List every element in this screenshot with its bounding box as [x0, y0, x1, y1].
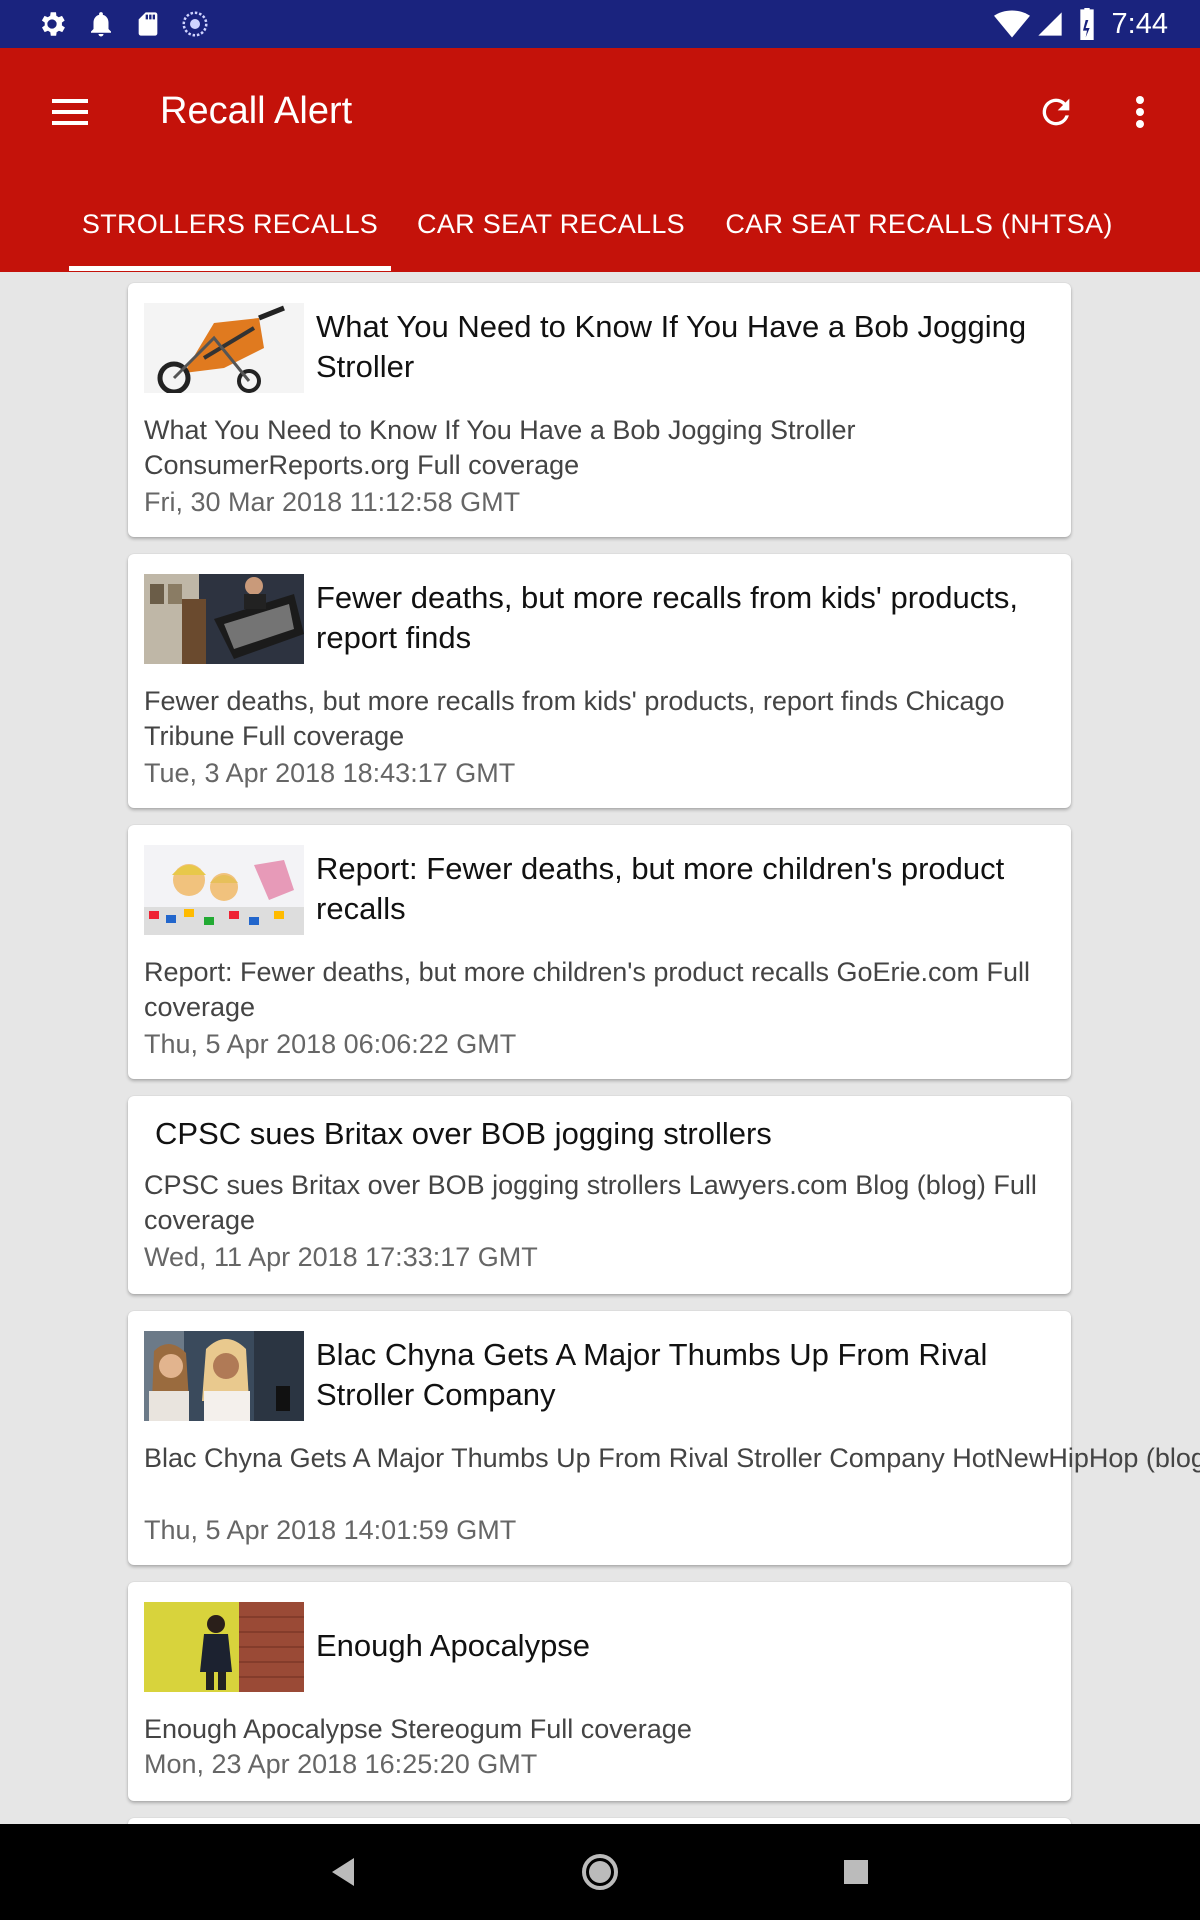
article-date: Tue, 3 Apr 2018 18:43:17 GMT — [144, 758, 516, 788]
article-card[interactable]: Enough Apocalypse Enough Apocalypse Ster… — [128, 1582, 1071, 1801]
article-date: Thu, 5 Apr 2018 14:01:59 GMT — [144, 1515, 517, 1545]
article-date: Fri, 30 Mar 2018 11:12:58 GMT — [144, 487, 521, 517]
tab-bar: STROLLERS RECALLS CAR SEAT RECALLS CAR S… — [0, 176, 1200, 272]
tab-car-seat-recalls-nhtsa[interactable]: CAR SEAT RECALLS (NHTSA) — [714, 176, 1124, 272]
app-bar: Recall Alert STROLLERS RECALLS CAR SEAT … — [0, 48, 1200, 272]
status-time: 7:44 — [1111, 8, 1168, 40]
sd-card-icon — [134, 8, 162, 45]
article-description: CPSC sues Britax over BOB jogging stroll… — [144, 1170, 1037, 1235]
selected-tab-indicator — [69, 266, 391, 271]
signal-icon — [1036, 10, 1064, 43]
article-date: Thu, 5 Apr 2018 06:06:22 GMT — [144, 1029, 517, 1059]
article-date: Wed, 11 Apr 2018 17:33:17 GMT — [144, 1242, 538, 1272]
back-icon[interactable] — [320, 1848, 368, 1896]
battery-icon — [1078, 8, 1096, 45]
tab-car-seat-recalls[interactable]: CAR SEAT RECALLS — [398, 176, 704, 272]
recents-icon[interactable] — [832, 1848, 880, 1896]
article-card[interactable]: Fewer deaths, but more recalls from kids… — [128, 554, 1071, 808]
gear-icon — [36, 8, 68, 45]
press-conference-thumbnail — [144, 574, 304, 664]
home-icon[interactable] — [576, 1848, 624, 1896]
article-title: CPSC sues Britax over BOB jogging stroll… — [155, 1116, 772, 1151]
article-date: Mon, 23 Apr 2018 16:25:20 GMT — [144, 1749, 538, 1779]
celebrity-thumbnail — [144, 1331, 304, 1421]
article-title: Enough Apocalypse — [316, 1628, 591, 1663]
children-toys-thumbnail — [144, 845, 304, 935]
more-options-icon[interactable] — [1124, 92, 1156, 132]
person-brick-wall-thumbnail — [144, 1602, 304, 1692]
article-list[interactable]: What You Need to Know If You Have a Bob … — [0, 272, 1200, 1824]
article-description: What You Need to Know If You Have a Bob … — [144, 415, 856, 480]
article-description: Blac Chyna Gets A Major Thumbs Up From R… — [144, 1443, 1200, 1473]
app-title: Recall Alert — [160, 90, 353, 132]
article-title: Report: Fewer deaths, but more children'… — [316, 851, 1005, 926]
article-card[interactable]: What You Need to Know If You Have a Bob … — [128, 283, 1071, 537]
article-card[interactable]: Report: Fewer deaths, but more children'… — [128, 825, 1071, 1079]
article-title: Fewer deaths, but more recalls from kids… — [316, 580, 1018, 655]
article-title: What You Need to Know If You Have a Bob … — [316, 309, 1027, 384]
tab-strollers-recalls[interactable]: STROLLERS RECALLS — [69, 176, 391, 272]
stroller-thumbnail — [144, 303, 304, 393]
menu-icon[interactable] — [50, 92, 90, 132]
sync-icon — [180, 8, 210, 45]
status-bar: 7:44 — [0, 0, 1200, 48]
wifi-icon — [994, 10, 1030, 43]
bell-icon — [86, 8, 116, 45]
navigation-bar — [0, 1824, 1200, 1920]
article-card[interactable]: Blac Chyna Gets A Major Thumbs Up From R… — [128, 1311, 1200, 1565]
article-description: Fewer deaths, but more recalls from kids… — [144, 686, 1005, 751]
article-description: Enough Apocalypse Stereogum Full coverag… — [144, 1714, 692, 1744]
article-card[interactable]: CPSC sues Britax over BOB jogging stroll… — [128, 1096, 1071, 1294]
article-description: Report: Fewer deaths, but more children'… — [144, 957, 1031, 1022]
article-title: Blac Chyna Gets A Major Thumbs Up From R… — [316, 1337, 988, 1412]
refresh-icon[interactable] — [1036, 92, 1076, 132]
